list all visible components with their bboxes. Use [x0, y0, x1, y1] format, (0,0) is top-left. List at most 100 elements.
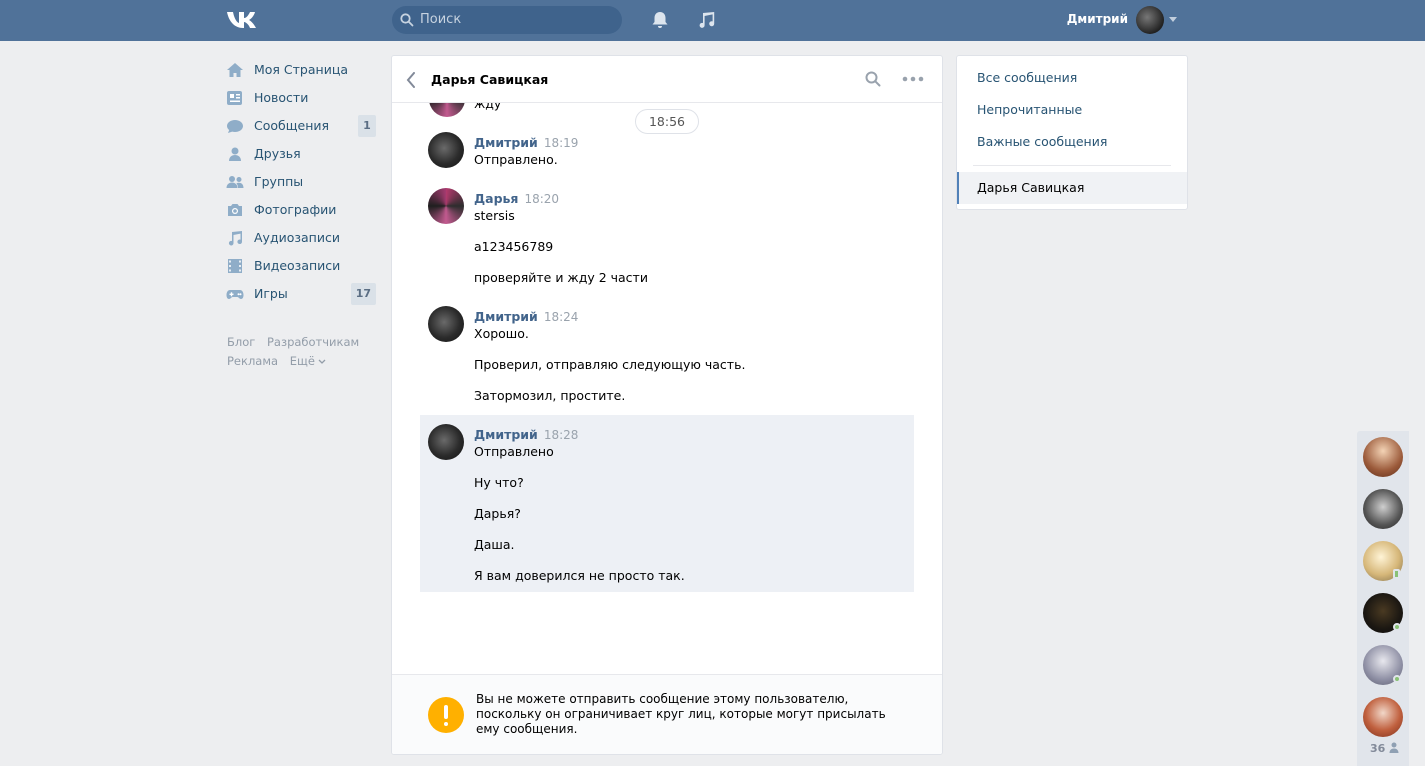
online-indicator-icon [1393, 675, 1401, 683]
filter-unread[interactable]: Непрочитанные [977, 102, 1082, 117]
mobile-online-icon [1393, 569, 1400, 579]
left-sidebar: Моя Страница Новости Сообщения 1 Друзья … [226, 56, 376, 308]
sidebar-item-groups[interactable]: Группы [226, 168, 376, 196]
message-group-highlighted[interactable]: Дмитрий 18:28 Отправлено Ну что? Дарья? Д… [420, 415, 914, 592]
message-group: Дарья 18:20 stersis a123456789 проверяйте… [420, 188, 914, 298]
sidebar-item-games[interactable]: Игры 17 [226, 280, 376, 308]
friend-avatar[interactable] [1363, 697, 1403, 737]
friend-avatar[interactable] [1363, 489, 1403, 529]
message-author[interactable]: Дарья 18:20 [474, 191, 559, 206]
message-text: a123456789 [474, 239, 554, 254]
message-text: Проверил, отправляю следующую часть. [474, 357, 746, 372]
home-icon [227, 63, 243, 77]
footer-more-label: Ещё [289, 354, 315, 368]
message-text: Я вам доверился не просто так. [474, 568, 685, 583]
friend-avatar[interactable] [1363, 437, 1403, 477]
friends-online-bar: 36 [1357, 431, 1409, 766]
groups-icon [226, 176, 244, 188]
chat-title[interactable]: Дарья Савицкая [431, 72, 548, 87]
message-text: Дарья? [474, 506, 521, 521]
messages-filter-panel: Все сообщения Непрочитанные Важные сообщ… [956, 55, 1188, 210]
sidebar-item-label: Видеозаписи [254, 258, 341, 273]
message-group: Дмитрий 18:24 Хорошо. Проверил, отправляю… [420, 306, 914, 416]
message-author[interactable]: Дмитрий 18:19 [474, 135, 578, 150]
sidebar-item-label: Моя Страница [254, 62, 348, 77]
message-text: Затормозил, простите. [474, 388, 626, 403]
search-icon [400, 13, 414, 27]
message-text: жду [474, 103, 502, 111]
message-time: 18:24 [543, 310, 579, 324]
sidebar-item-news[interactable]: Новости [226, 84, 376, 112]
sidebar-item-messages[interactable]: Сообщения 1 [226, 112, 376, 140]
top-header: Поиск Дмитрий [0, 0, 1425, 41]
author-name[interactable]: Дарья [474, 191, 518, 206]
sidebar-item-label: Аудиозаписи [254, 230, 340, 245]
filter-important[interactable]: Важные сообщения [977, 134, 1107, 149]
divider [973, 165, 1171, 166]
messages-counter-badge[interactable]: 1 [358, 115, 376, 137]
sidebar-item-label: Фотографии [254, 202, 337, 217]
avatar[interactable] [428, 306, 464, 342]
search-placeholder[interactable]: Поиск [420, 12, 461, 27]
footer-link-developers[interactable]: Разработчикам [267, 335, 359, 349]
message-text: Отправлено. [474, 152, 558, 167]
vk-logo-icon[interactable] [226, 9, 262, 31]
avatar[interactable] [428, 132, 464, 168]
message-time: 18:20 [524, 192, 560, 206]
avatar[interactable] [428, 188, 464, 224]
online-indicator-icon [1393, 623, 1401, 631]
music-icon[interactable] [696, 10, 716, 30]
header-user-name[interactable]: Дмитрий [1040, 12, 1128, 26]
message-text: Ну что? [474, 475, 524, 490]
sidebar-item-photos[interactable]: Фотографии [226, 196, 376, 224]
message-author[interactable]: Дмитрий 18:24 [474, 309, 578, 324]
avatar[interactable] [428, 424, 464, 460]
bell-icon[interactable] [650, 10, 670, 30]
footer-link-blog[interactable]: Блог [227, 335, 255, 349]
back-arrow-icon[interactable] [406, 72, 416, 88]
search-bar[interactable]: Поиск [392, 6, 622, 34]
message-history[interactable]: жду 18:56 Дмитрий 18:19 Отправлено. Дарья… [392, 103, 942, 674]
sidebar-footer: Блог Разработчикам Реклама Ещё [227, 333, 377, 371]
author-name[interactable]: Дмитрий [474, 135, 538, 150]
friends-online-count[interactable]: 36 [1370, 742, 1385, 755]
more-dots-icon[interactable] [902, 76, 924, 82]
footer-link-more[interactable]: Ещё [290, 354, 326, 368]
header-avatar[interactable] [1136, 6, 1164, 34]
sidebar-item-video[interactable]: Видеозаписи [226, 252, 376, 280]
gamepad-icon [226, 290, 244, 299]
games-counter-badge[interactable]: 17 [350, 283, 376, 305]
message-text: Хорошо. [474, 326, 529, 341]
author-name[interactable]: Дмитрий [474, 427, 538, 442]
warning-icon [428, 697, 464, 733]
message-text: проверяйте и жду 2 части [474, 270, 648, 285]
sidebar-item-label: Друзья [254, 146, 301, 161]
sidebar-item-label: Новости [254, 90, 309, 105]
message-time: 18:28 [543, 428, 579, 442]
message-text: Даша. [474, 537, 515, 552]
sidebar-item-my-page[interactable]: Моя Страница [226, 56, 376, 84]
chevron-down-icon [318, 359, 326, 364]
sidebar-item-friends[interactable]: Друзья [226, 140, 376, 168]
sidebar-item-label: Группы [254, 174, 304, 189]
active-dialog-label: Дарья Савицкая [977, 180, 1085, 195]
search-icon[interactable] [865, 71, 881, 87]
sidebar-item-label: Игры [254, 286, 288, 301]
camera-icon [228, 204, 242, 216]
author-name[interactable]: Дмитрий [474, 309, 538, 324]
footer-link-ads[interactable]: Реклама [227, 354, 278, 368]
video-icon [228, 259, 242, 273]
filter-all-messages[interactable]: Все сообщения [977, 70, 1077, 85]
avatar[interactable] [429, 103, 465, 117]
active-dialog-item[interactable]: Дарья Савицкая [957, 172, 1187, 204]
chat-panel: Дарья Савицкая жду 18:56 Дмитрий 18:19 От… [391, 55, 943, 755]
person-icon [1389, 742, 1399, 753]
message-author[interactable]: Дмитрий 18:28 [474, 427, 578, 442]
chevron-down-icon[interactable] [1169, 17, 1177, 22]
news-icon [227, 91, 242, 105]
sidebar-item-label: Сообщения [254, 118, 330, 133]
chat-header: Дарья Савицкая [392, 56, 942, 103]
sidebar-item-audio[interactable]: Аудиозаписи [226, 224, 376, 252]
message-text: Отправлено [474, 444, 554, 459]
messages-icon [227, 120, 243, 133]
